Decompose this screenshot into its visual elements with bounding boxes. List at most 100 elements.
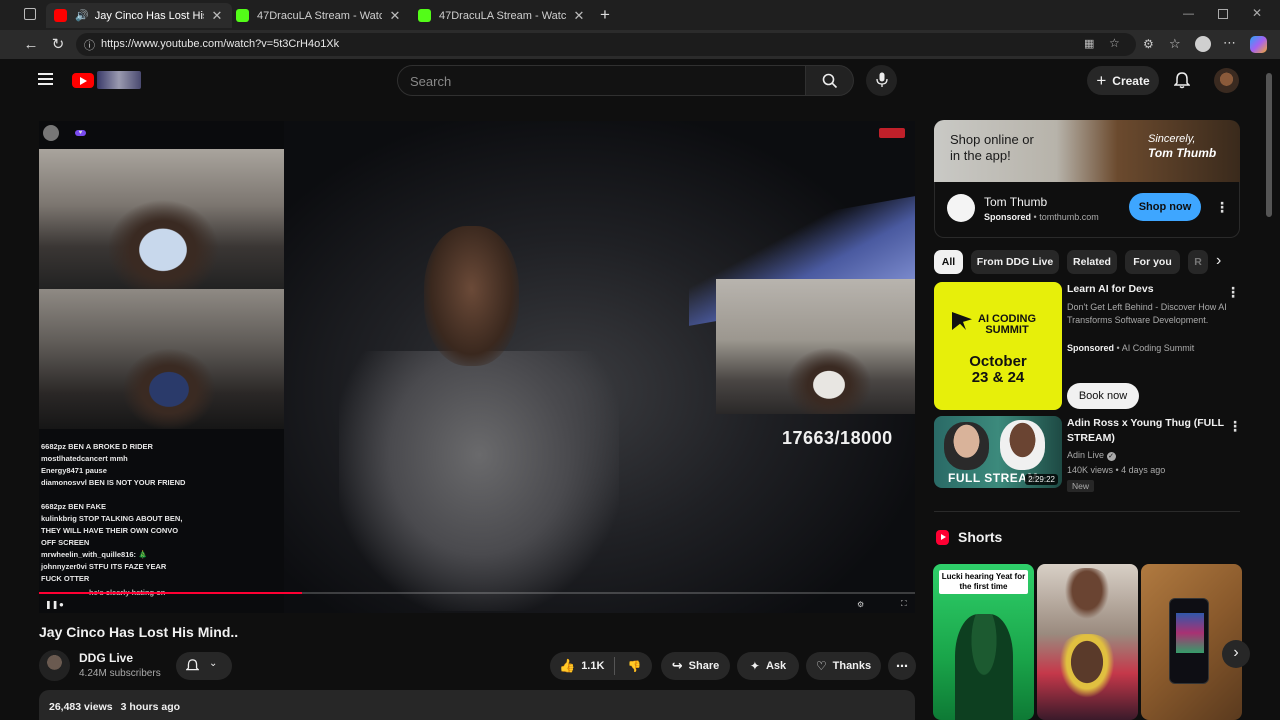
browser-address-bar: ← ↻ ⓘ https://www.youtube.com/watch?v=5t… — [0, 30, 1280, 59]
posted-time: 3 hours ago — [120, 701, 181, 713]
speaker-icon[interactable]: 🔊 — [75, 9, 89, 22]
fullscreen-icon[interactable]: ⛶ — [901, 599, 907, 609]
chip-all[interactable]: All — [934, 250, 963, 274]
kick-favicon-icon — [418, 9, 431, 22]
tab-youtube[interactable]: 🔊 Jay Cinco Has Lost His Mind ✕ — [46, 3, 232, 28]
minimize-icon[interactable]: — — [1183, 8, 1194, 20]
thumbs-up-icon: 👍 — [559, 658, 576, 673]
tab-actions-icon[interactable] — [24, 8, 36, 20]
chip-related[interactable]: Related — [1067, 250, 1117, 274]
channel-avatar[interactable] — [39, 650, 70, 681]
play-pause-icon[interactable]: ❚❚ — [45, 600, 58, 609]
doodle-logo-icon[interactable] — [97, 71, 141, 89]
search-input[interactable]: Search — [397, 65, 806, 96]
thanks-button[interactable]: ♡ Thanks — [806, 652, 881, 680]
rec-thumbnail-ai-summit[interactable]: AI CODING SUMMIT October 23 & 24 — [934, 282, 1062, 410]
channel-name[interactable]: DDG Live — [79, 651, 133, 665]
favorites-icon[interactable]: ☆ — [1169, 36, 1181, 52]
close-tab-icon[interactable]: ✕ — [388, 8, 402, 24]
thumb-line: SUMMIT — [985, 324, 1029, 336]
ad-banner-image[interactable]: Shop online or in the app! Sincerely, To… — [934, 120, 1240, 182]
short-figure — [955, 614, 1013, 720]
tab-kick-2[interactable]: 47DracuLA Stream - Watch Live o ✕ — [410, 3, 594, 28]
hamburger-menu-icon[interactable] — [38, 73, 53, 85]
rec-title[interactable]: Adin Ross x Young Thug (FULL STREAM) — [1067, 416, 1227, 446]
tab-title: 47DracuLA Stream - Watch Live o — [439, 9, 566, 22]
short-card[interactable]: Lucki hearing Yeat for the first time — [933, 564, 1034, 720]
rec-thumbnail-adin-ross[interactable]: FULL STREAM 2:29:22 — [934, 416, 1062, 488]
browser-menu-icon[interactable]: ⋯ — [1223, 35, 1236, 51]
view-stats: 26,483 views 3 hours ago — [49, 701, 180, 713]
youtube-logo-icon[interactable] — [72, 73, 94, 88]
duration-badge: 2:29:22 — [1025, 474, 1058, 485]
search-button[interactable] — [806, 65, 854, 96]
like-button[interactable]: 👍 1.1K 👎 — [550, 652, 652, 680]
thumb-line: 23 & 24 — [971, 369, 1025, 386]
extensions-icon[interactable]: ⚙ — [1143, 37, 1154, 51]
back-icon[interactable]: ← — [22, 36, 40, 54]
new-tab-icon[interactable]: + — [600, 5, 610, 25]
notifications-bell-icon[interactable] — [1174, 72, 1190, 89]
notifications-dropdown-button[interactable]: ⌄ — [176, 652, 232, 680]
create-button[interactable]: + Create — [1087, 66, 1159, 95]
shorts-next-button[interactable]: › — [1222, 640, 1250, 668]
rec-menu-icon[interactable]: ⋮ — [1228, 418, 1242, 434]
site-info-icon[interactable]: ⓘ — [84, 37, 95, 53]
ask-label: Ask — [765, 660, 787, 672]
tab-kick-1[interactable]: 47DracuLA Stream - Watch Live o ✕ — [228, 3, 410, 28]
thumbs-down-icon[interactable]: 👎 — [627, 660, 641, 673]
shop-now-button[interactable]: Shop now — [1129, 193, 1201, 221]
reading-view-icon[interactable]: ▦ — [1084, 37, 1094, 50]
close-tab-icon[interactable]: ✕ — [210, 8, 224, 24]
super-thanks-icon: ♡ — [815, 659, 827, 673]
ad-banner-signature: Sincerely, Tom Thumb — [1148, 132, 1216, 160]
short-card[interactable] — [1037, 564, 1138, 720]
page-scrollbar[interactable] — [1262, 59, 1280, 720]
chat-line: 6682pz BEN A BROKE D RIDER — [41, 442, 153, 451]
chip-from-channel[interactable]: From DDG Live — [971, 250, 1059, 274]
refresh-icon[interactable]: ↻ — [49, 36, 67, 54]
ad-menu-icon[interactable]: ⋮ — [1215, 199, 1229, 215]
copilot-icon[interactable] — [1250, 36, 1267, 53]
short-figure — [1061, 568, 1113, 624]
view-count: 26,483 views — [49, 701, 113, 713]
tab-title: 47DracuLA Stream - Watch Live o — [257, 9, 382, 22]
share-arrow-icon: ↪ — [671, 658, 683, 673]
profile-avatar-icon[interactable] — [1195, 36, 1211, 52]
chat-line: Energy8471 pause — [41, 466, 107, 475]
favorite-star-icon[interactable]: ☆ — [1109, 36, 1120, 50]
close-tab-icon[interactable]: ✕ — [572, 8, 586, 24]
video-player[interactable]: ♥ 17663/18000 6682pz BEN A BROKE D RIDER… — [39, 121, 915, 613]
kick-favicon-icon — [236, 9, 249, 22]
like-dislike-divider — [614, 657, 616, 675]
thumb-person-right — [1000, 420, 1045, 470]
close-window-icon[interactable]: ✕ — [1252, 6, 1262, 20]
book-now-button[interactable]: Book now — [1067, 383, 1139, 409]
share-button[interactable]: ↪ Share — [661, 652, 730, 680]
thumb-line: October — [969, 353, 1027, 370]
youtube-favicon-icon — [54, 9, 67, 22]
ask-button[interactable]: ✦ Ask — [737, 652, 799, 680]
voice-search-button[interactable] — [866, 65, 897, 96]
chip-for-you[interactable]: For you — [1125, 250, 1180, 274]
rec-menu-icon[interactable]: ⋮ — [1226, 284, 1240, 300]
account-avatar[interactable] — [1214, 68, 1239, 93]
scrollbar-thumb[interactable] — [1266, 73, 1272, 217]
maximize-icon[interactable] — [1218, 9, 1228, 19]
ad-banner-right1: Sincerely, — [1148, 133, 1196, 145]
chip-truncated[interactable]: R — [1188, 250, 1208, 274]
rec-title[interactable]: Learn AI for Devs — [1067, 282, 1227, 297]
search-placeholder: Search — [410, 74, 452, 89]
progress-bar[interactable] — [39, 592, 915, 594]
share-label: Share — [688, 660, 720, 672]
url-field[interactable]: ⓘ https://www.youtube.com/watch?v=5t3CrH… — [76, 33, 1136, 56]
volume-icon[interactable]: ● — [59, 600, 64, 609]
settings-gear-icon[interactable]: ⚙ — [857, 600, 864, 609]
more-actions-button[interactable]: ⋯ — [888, 652, 916, 680]
description-box[interactable]: 26,483 views 3 hours ago — [39, 690, 915, 720]
chips-next-icon[interactable]: › — [1216, 252, 1221, 270]
chat-line: FUCK OTTER — [41, 574, 90, 583]
youtube-header: Search + Create — [0, 59, 1262, 103]
live-badge — [879, 128, 905, 138]
ad-card[interactable]: Tom Thumb Sponsored • tomthumb.com Shop … — [934, 182, 1240, 238]
